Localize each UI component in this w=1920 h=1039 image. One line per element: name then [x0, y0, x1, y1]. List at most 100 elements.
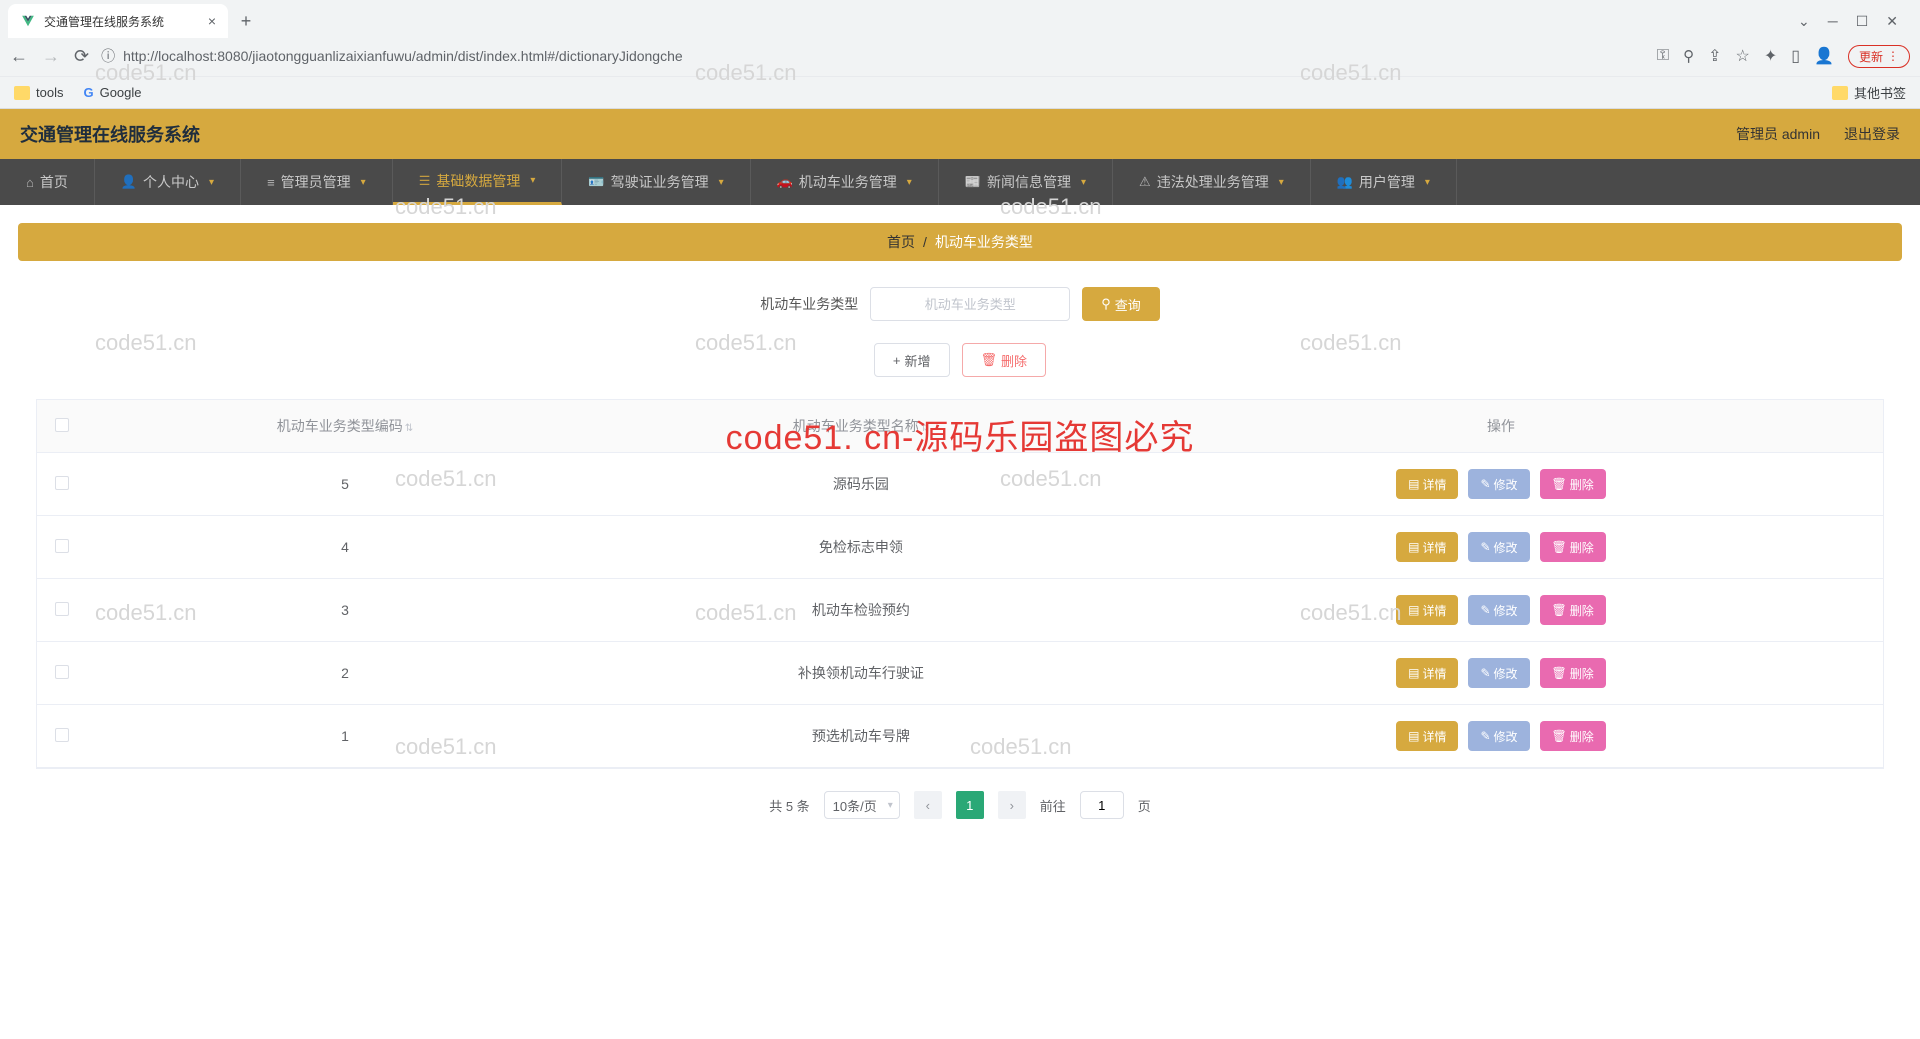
chevron-down-icon[interactable]: ⌄: [1798, 13, 1810, 30]
folder-icon: [14, 86, 30, 100]
breadcrumb-home[interactable]: 首页: [887, 232, 915, 252]
nav-icon: 🚗: [777, 174, 793, 190]
goto-prefix: 前往: [1040, 796, 1066, 815]
share-icon[interactable]: ⇪: [1708, 46, 1721, 66]
trash-icon: 🗑: [1552, 477, 1567, 491]
update-button[interactable]: 更新 ⋮: [1848, 45, 1910, 68]
star-icon[interactable]: ☆: [1736, 46, 1750, 66]
search-icon[interactable]: ⚲: [1683, 47, 1694, 65]
delete-button[interactable]: 🗑删除: [1540, 721, 1606, 751]
bookmark-tools[interactable]: tools: [14, 85, 63, 100]
cell-name: 源码乐园: [603, 453, 1119, 516]
bookmark-other[interactable]: 其他书签: [1832, 83, 1906, 102]
table-row: 4免检标志申领▤详情✎修改🗑删除: [37, 516, 1883, 579]
main-nav: ⌂首页👤个人中心▾≡管理员管理▾☰基础数据管理▾🪪驾驶证业务管理▾ 🚗 机动车业务管…: [0, 159, 1920, 205]
edit-button[interactable]: ✎修改: [1468, 721, 1529, 751]
trash-icon: 🗑: [1552, 729, 1567, 743]
add-button[interactable]: + 新增: [874, 343, 950, 377]
prev-page-button[interactable]: ‹: [914, 791, 942, 819]
edit-icon: ✎: [1480, 666, 1490, 680]
row-checkbox[interactable]: [55, 665, 69, 679]
nav-item-4[interactable]: 🪪驾驶证业务管理▾: [562, 159, 750, 205]
nav-item-8[interactable]: 👥用户管理▾: [1311, 159, 1457, 205]
nav-item-7[interactable]: ⚠违法处理业务管理▾: [1113, 159, 1311, 205]
address-bar[interactable]: ⓘ http://localhost:8080/jiaotongguanliza…: [101, 46, 1645, 66]
key-icon[interactable]: ⚿: [1657, 47, 1669, 65]
bookmark-google[interactable]: GGoogle: [83, 85, 141, 100]
trash-icon: 🗑: [1552, 540, 1567, 554]
row-checkbox[interactable]: [55, 539, 69, 553]
nav-item-1[interactable]: 👤个人中心▾: [95, 159, 241, 205]
minimize-icon[interactable]: ─: [1828, 13, 1838, 29]
nav-icon: ⌂: [26, 175, 34, 190]
vue-favicon-icon: [20, 13, 36, 29]
breadcrumb-current: 机动车业务类型: [935, 232, 1033, 252]
back-icon[interactable]: ←: [10, 46, 28, 67]
edit-button[interactable]: ✎修改: [1468, 658, 1529, 688]
row-checkbox[interactable]: [55, 728, 69, 742]
close-window-icon[interactable]: ✕: [1886, 13, 1898, 30]
table-row: 1预选机动车号牌▤详情✎修改🗑删除: [37, 705, 1883, 768]
search-input[interactable]: [870, 287, 1070, 321]
search-button[interactable]: ⚲ 查询: [1082, 287, 1160, 321]
cell-code: 2: [87, 642, 603, 705]
reload-icon[interactable]: ⟳: [74, 46, 89, 67]
page-size-select[interactable]: 10条/页: [824, 791, 900, 819]
sort-icon: ⇅: [921, 423, 929, 434]
row-checkbox[interactable]: [55, 602, 69, 616]
delete-button[interactable]: 🗑删除: [1540, 658, 1606, 688]
detail-button[interactable]: ▤详情: [1396, 721, 1458, 751]
nav-item-3[interactable]: ☰基础数据管理▾: [393, 159, 563, 205]
nav-item-5[interactable]: 🚗机动车业务管理▾: [751, 159, 939, 205]
delete-button[interactable]: 🗑删除: [1540, 532, 1606, 562]
chevron-down-icon: ▾: [719, 177, 724, 188]
nav-icon: 👤: [121, 174, 137, 190]
sort-icon: ⇅: [405, 423, 413, 434]
chevron-down-icon: ▾: [361, 177, 366, 188]
trash-icon: 🗑: [1552, 603, 1567, 617]
col-name[interactable]: 机动车业务类型名称⇅: [603, 400, 1119, 453]
batch-delete-button[interactable]: 🗑 删除: [962, 343, 1047, 377]
forward-icon[interactable]: →: [42, 46, 60, 67]
select-all-checkbox[interactable]: [55, 418, 69, 432]
extensions-icon[interactable]: ✦: [1764, 46, 1777, 66]
detail-button[interactable]: ▤详情: [1396, 658, 1458, 688]
panel-icon[interactable]: ▯: [1791, 46, 1800, 66]
logout-link[interactable]: 退出登录: [1844, 124, 1900, 144]
user-label[interactable]: 管理员 admin: [1736, 124, 1820, 144]
profile-icon[interactable]: 👤: [1814, 46, 1834, 66]
chevron-down-icon: ▾: [1081, 177, 1086, 188]
doc-icon: ▤: [1408, 540, 1419, 554]
edit-button[interactable]: ✎修改: [1468, 532, 1529, 562]
delete-button[interactable]: 🗑删除: [1540, 595, 1606, 625]
table-row: 2补换领机动车行驶证▤详情✎修改🗑删除: [37, 642, 1883, 705]
nav-icon: 🪪: [588, 174, 604, 190]
close-tab-icon[interactable]: ×: [208, 13, 216, 29]
detail-button[interactable]: ▤详情: [1396, 469, 1458, 499]
detail-button[interactable]: ▤详情: [1396, 532, 1458, 562]
next-page-button[interactable]: ›: [998, 791, 1026, 819]
edit-icon: ✎: [1480, 603, 1490, 617]
row-checkbox[interactable]: [55, 476, 69, 490]
cell-code: 1: [87, 705, 603, 768]
goto-page-input[interactable]: [1080, 791, 1124, 819]
nav-item-2[interactable]: ≡管理员管理▾: [241, 159, 393, 205]
col-code[interactable]: 机动车业务类型编码⇅: [87, 400, 603, 453]
nav-item-0[interactable]: ⌂首页: [0, 159, 95, 205]
delete-button[interactable]: 🗑删除: [1540, 469, 1606, 499]
browser-tab[interactable]: 交通管理在线服务系统 ×: [8, 4, 228, 38]
google-icon: G: [83, 85, 93, 100]
nav-label: 机动车业务管理: [799, 172, 897, 192]
detail-button[interactable]: ▤详情: [1396, 595, 1458, 625]
url-text: http://localhost:8080/jiaotongguanlizaix…: [123, 48, 683, 64]
page-1-button[interactable]: 1: [956, 791, 984, 819]
table-row: 3机动车检验预约▤详情✎修改🗑删除: [37, 579, 1883, 642]
edit-button[interactable]: ✎修改: [1468, 469, 1529, 499]
new-tab-button[interactable]: +: [232, 7, 260, 35]
chevron-down-icon: ▾: [530, 175, 535, 186]
nav-item-6[interactable]: 📰新闻信息管理▾: [939, 159, 1113, 205]
edit-button[interactable]: ✎修改: [1468, 595, 1529, 625]
maximize-icon[interactable]: ☐: [1856, 13, 1869, 30]
cell-name: 免检标志申领: [603, 516, 1119, 579]
nav-icon: 📰: [965, 174, 981, 190]
